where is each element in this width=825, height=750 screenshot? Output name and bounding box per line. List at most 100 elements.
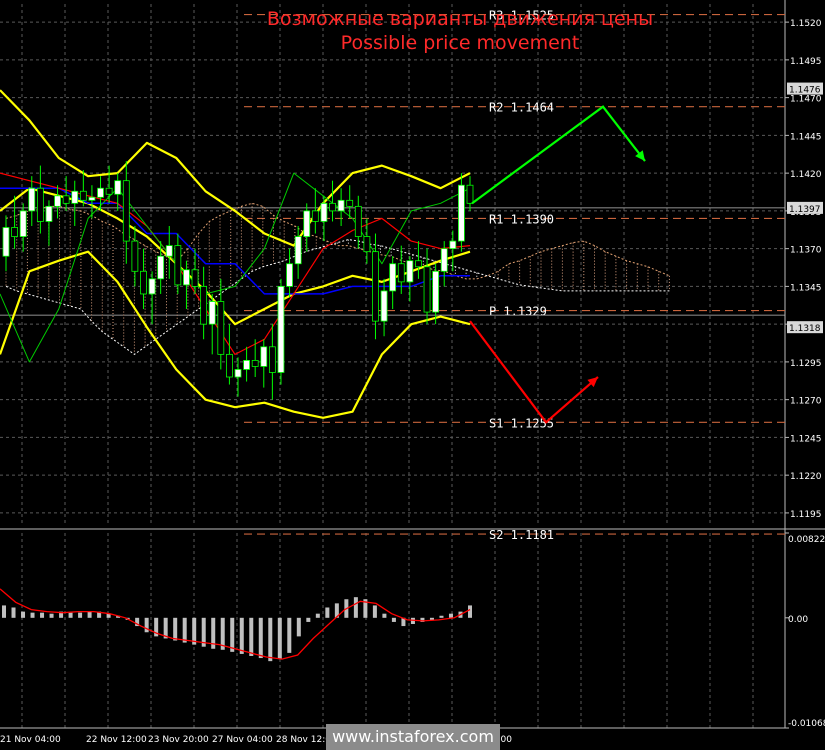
bull-candle <box>88 196 96 201</box>
macd-histogram-bar <box>30 612 35 618</box>
y-tick-label: 1.1195 <box>790 510 822 520</box>
pivot-label: S2 1.1181 <box>489 528 554 542</box>
price-chart: R3 1.1525R2 1.1464R1 1.1390P 1.1329S1 1.… <box>0 0 825 750</box>
bear-candle <box>466 184 474 204</box>
y-tick-label: 1.1470 <box>790 95 822 105</box>
y-tick-label: 1.1270 <box>790 397 822 407</box>
bull-candle <box>208 301 216 325</box>
bull-candle <box>243 359 250 370</box>
bear-candle <box>354 205 362 237</box>
macd-histogram-bar <box>277 617 282 660</box>
bull-candle <box>380 290 388 322</box>
y-tick-label: 1.1220 <box>790 472 822 482</box>
bear-candle <box>329 202 336 212</box>
bear-candle <box>372 251 379 322</box>
bear-candle <box>140 270 147 295</box>
macd-histogram-bar <box>230 617 235 652</box>
macd-histogram-bar <box>173 617 178 641</box>
bear-candle <box>11 227 18 237</box>
macd-histogram-bar <box>144 617 149 633</box>
bull-candle <box>337 199 345 212</box>
bull-candle <box>148 278 156 295</box>
macd-histogram-bar <box>391 617 396 622</box>
bear-candle <box>397 263 405 283</box>
x-tick-label: 21 Nov 04:00 <box>0 735 61 745</box>
macd-histogram-bar <box>353 597 358 618</box>
bull-candle <box>389 263 397 292</box>
x-tick-label: 23 Nov 20:00 <box>148 735 209 745</box>
bear-candle <box>363 236 371 253</box>
bull-candle <box>165 245 173 257</box>
x-tick-label: 27 Nov 04:00 <box>212 735 273 745</box>
y-tick-label: 1.1495 <box>790 57 822 67</box>
bull-candle <box>97 187 104 198</box>
price-tag-label: 1.1397 <box>789 205 821 215</box>
macd-histogram-bar <box>448 613 453 618</box>
macd-histogram-bar <box>182 617 187 643</box>
bull-candle <box>157 255 165 280</box>
bull-candle <box>286 263 293 287</box>
bull-candle <box>71 190 79 204</box>
y-tick-label: 1.1445 <box>790 132 822 142</box>
bull-candle <box>19 210 27 237</box>
macd-histogram-bar <box>287 617 292 653</box>
pivot-label: R2 1.1464 <box>489 101 554 115</box>
macd-histogram-bar <box>2 605 6 618</box>
macd-histogram-bar <box>239 617 244 654</box>
osc-y-tick-label: 0.00 <box>788 615 808 625</box>
bull-candle <box>303 210 311 237</box>
bull-candle <box>2 227 10 257</box>
y-tick-label: 1.1345 <box>790 283 822 293</box>
macd-histogram-bar <box>21 611 26 618</box>
bear-candle <box>174 245 182 286</box>
bear-candle <box>251 359 259 367</box>
pivot-label: P 1.1329 <box>489 305 547 319</box>
macd-histogram-bar <box>49 613 54 618</box>
bear-candle <box>79 190 87 201</box>
pivot-label: R1 1.1390 <box>489 212 554 226</box>
macd-histogram-bar <box>372 605 377 618</box>
bull-candle <box>114 180 122 195</box>
bull-candle <box>440 248 448 272</box>
osc-y-tick-label: -0.01068 <box>788 719 825 729</box>
bear-candle <box>62 195 70 204</box>
x-tick-label: 22 Nov 12:00 <box>86 735 147 745</box>
macd-histogram-bar <box>87 611 92 618</box>
bear-candle <box>226 353 233 378</box>
bull-candle <box>458 184 465 242</box>
bull-candle <box>45 205 53 222</box>
osc-y-tick-label: 0.00822 <box>788 535 825 545</box>
macd-histogram-bar <box>68 612 73 618</box>
watermark-logo: www.instaforex.com <box>326 724 500 750</box>
chart-background <box>0 0 825 750</box>
bear-candle <box>36 187 44 222</box>
bull-candle <box>406 260 414 283</box>
bear-candle <box>122 180 130 242</box>
y-tick-label: 1.1245 <box>790 434 822 444</box>
bull-candle <box>234 369 242 378</box>
bear-candle <box>268 346 276 373</box>
bull-candle <box>28 187 36 212</box>
bull-candle <box>54 195 61 207</box>
bear-candle <box>311 210 319 222</box>
bull-candle <box>320 202 328 222</box>
price-tag-label: 1.1318 <box>789 324 821 334</box>
bear-candle <box>217 301 225 355</box>
y-tick-label: 1.1420 <box>790 170 822 180</box>
macd-histogram-bar <box>78 612 83 618</box>
bear-candle <box>415 260 422 268</box>
chart-title-ru: Возможные варианты движения цены <box>266 8 654 30</box>
bear-candle <box>200 285 208 325</box>
bull-candle <box>260 346 268 367</box>
bear-candle <box>105 187 113 195</box>
bear-candle <box>191 269 199 287</box>
bull-candle <box>277 285 285 373</box>
macd-histogram-bar <box>40 612 45 618</box>
macd-histogram-bar <box>306 617 311 622</box>
bull-candle <box>294 236 302 265</box>
bear-candle <box>423 266 431 313</box>
macd-histogram-bar <box>249 617 254 656</box>
macd-histogram-bar <box>11 607 16 618</box>
y-tick-label: 1.1295 <box>790 359 822 369</box>
chart-title-en: Possible price movement <box>340 32 580 54</box>
